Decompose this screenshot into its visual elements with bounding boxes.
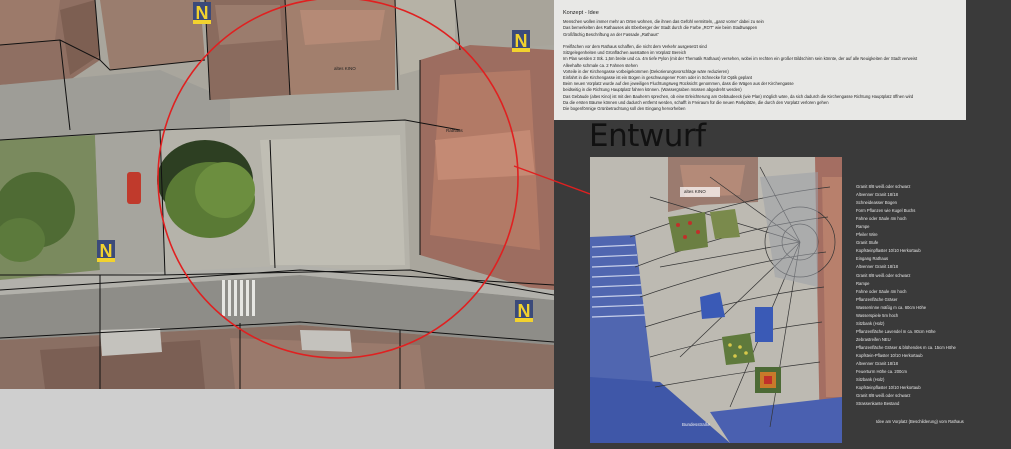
legend-item: Pflanzenfläche Gräser & blühendes m ca. …: [856, 344, 956, 350]
legend-item: Schneideasser Bogen: [856, 200, 897, 206]
legend-item: Pflanzenfläche Gräser: [856, 296, 898, 302]
legend-item: Pflanzenfläche Lavendel m ca. 80cm Höhe: [856, 328, 936, 334]
legend-item: Sitzbank (Holz): [856, 320, 885, 326]
legend-item: Sitzbank (Holz): [856, 377, 885, 383]
legend-item: Wasserspiele 5m hoch: [856, 312, 899, 318]
legend-item: Rampe: [856, 280, 870, 286]
entwurf-heading: Entwurf: [589, 118, 706, 154]
legend-item: Pfeiler Wire: [856, 232, 878, 238]
legend-item: Granit 8/8 weiß oder schwarz: [856, 272, 911, 278]
legend-item: Granit 8/8 weiß oder schwarz: [856, 184, 911, 189]
legend-item: Granit Stufe: [856, 240, 879, 246]
map-marker-icon: N: [97, 240, 115, 262]
plan-label-bundesstrasse: Bundesstraße: [682, 422, 711, 427]
legend-item: Eingang Rathaus: [856, 256, 889, 262]
legend-item: Granit 8/8 weiß oder schwarz: [856, 393, 911, 399]
design-plan: altes KINO Bundesstraße: [590, 157, 842, 443]
legend-item: Rampe: [856, 224, 870, 230]
legend-item: Fahne oder Säule 4m hoch: [856, 288, 907, 294]
aerial-map-graphic: [0, 0, 554, 389]
legend-item: Altvenner Granit 18/18: [856, 192, 898, 198]
legend-item: Altvenner Granit 18/18: [856, 361, 898, 367]
design-plan-graphic: [590, 157, 842, 443]
legend-item: Strassenkante Bestand: [856, 401, 900, 407]
concept-line: Im Plan werden 2 Stk. 1,5m breite und ca…: [563, 56, 918, 62]
map-label-altes-kino: altes KINO: [334, 66, 356, 71]
concept-line: Das Gebäude (altes Kino) ist mit den Bau…: [563, 93, 914, 99]
concept-title: Konzept - Idee: [563, 10, 599, 16]
legend-item: Altvenner Granit 18/18: [856, 264, 898, 270]
connector-line: [513, 165, 590, 195]
concept-line: Die bogenförmige Grünbetrachtung soll de…: [563, 106, 686, 112]
legend-item: Form Pflanzen wie Kugel Buchs: [856, 208, 916, 214]
legend-list: Granit 8/8 weiß oder schwarz Altvenner G…: [856, 183, 1006, 408]
plan-caption: Idee am Vorplatz (Beschilderung) vom Rat…: [876, 419, 964, 424]
dark-panel-top: [966, 0, 1011, 120]
plan-label-altes-kino: altes KINO: [684, 189, 706, 194]
map-marker-icon: N: [193, 2, 211, 24]
aerial-map: N N N N altes KINO Rathaus: [0, 0, 554, 389]
concept-textbox: Konzept - Idee Menschen wollen immer meh…: [554, 0, 966, 120]
presentation-board: N N N N altes KINO Rathaus Konzept - Ide…: [0, 0, 1011, 449]
legend-item: Kopfsteinpflaster 10/10 Herkortaub: [856, 248, 921, 254]
legend-item: Kopfstein-Pflaster 10/10 Herkortaub: [856, 352, 923, 358]
map-label-rathaus: Rathaus: [446, 128, 463, 133]
map-marker-icon: N: [512, 30, 530, 52]
map-marker-icon: N: [515, 300, 533, 322]
blank-area: [0, 389, 554, 449]
legend-item: Kopfsteinpflaster 10/10 Herkortaub: [856, 385, 921, 391]
legend-item: Feuerturm Höhe ca. 200cm: [856, 369, 907, 375]
legend-item: Zebrastreifen NEU: [856, 336, 891, 342]
legend-item: Fahne oder Säule 4m hoch: [856, 216, 907, 222]
legend-item: Wasserrinne mäßig m ca. 60cm Höhe: [856, 304, 927, 310]
